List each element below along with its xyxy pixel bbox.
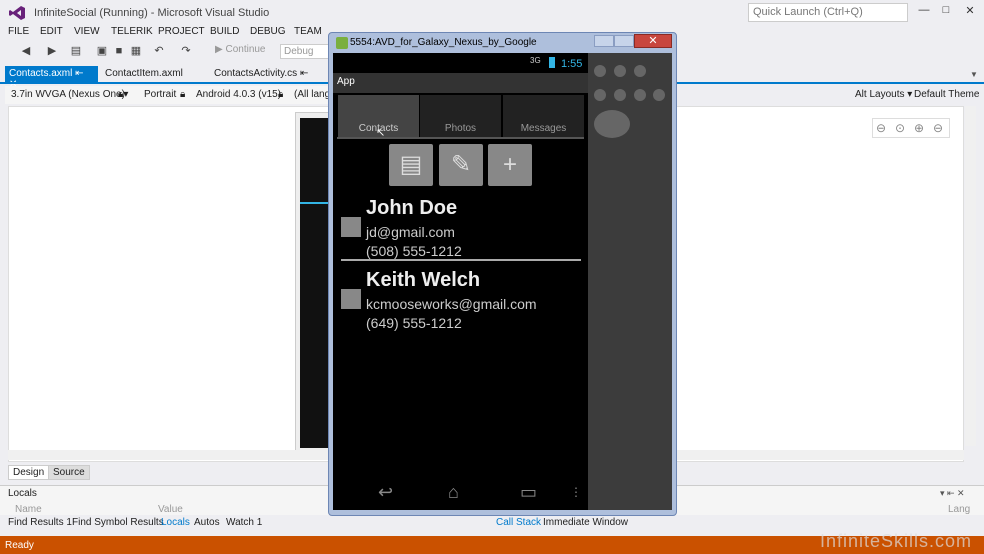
tab-contactitem-axml[interactable]: ContactItem.axml xyxy=(101,66,187,82)
menu-debug[interactable]: DEBUG xyxy=(250,26,286,37)
emulator-close-button[interactable]: ✕ xyxy=(634,34,672,48)
alt-layouts-dropdown[interactable]: Alt Layouts ▾ xyxy=(855,89,912,100)
tab-find-symbol-results[interactable]: Find Symbol Results xyxy=(72,517,164,528)
column-name-header[interactable]: Name xyxy=(15,504,42,515)
emu-power-button[interactable] xyxy=(634,65,646,77)
solution-config-select[interactable]: Debug xyxy=(280,44,330,59)
theme-select[interactable]: Default Theme xyxy=(914,89,979,100)
menu-view[interactable]: VIEW xyxy=(74,26,100,37)
app-action-bar xyxy=(333,73,588,93)
watermark: InfiniteSkills.com xyxy=(820,531,973,551)
contact-email: jd@gmail.com xyxy=(366,224,455,240)
close-button[interactable]: ✕ xyxy=(962,4,978,18)
tab-contacts-axml[interactable]: Contacts.axml ⇤ ✕ xyxy=(5,66,98,90)
signal-indicator: 3G xyxy=(530,56,541,65)
add-action-button[interactable]: + xyxy=(488,144,532,186)
emu-dpad[interactable] xyxy=(594,110,630,138)
maximize-button[interactable]: □ xyxy=(938,4,954,18)
tab-source[interactable]: Source xyxy=(48,465,90,480)
menu-project[interactable]: PROJECT xyxy=(158,26,205,37)
zoom-actual-icon[interactable]: ⊙ xyxy=(895,121,905,135)
undo-icon[interactable]: ↶ xyxy=(153,45,165,57)
preview-tab-indicator xyxy=(300,202,330,204)
column-lang-header[interactable]: Lang xyxy=(948,504,970,515)
app-title: App xyxy=(337,76,355,87)
contact-email: kcmooseworks@gmail.com xyxy=(366,296,537,312)
forward-icon[interactable]: ▶ xyxy=(46,45,58,57)
open-file-icon[interactable]: ▣ xyxy=(96,45,108,57)
lock-icon[interactable]: 🔒︎ xyxy=(278,89,283,100)
contact-phone: (649) 555-1212 xyxy=(366,315,462,331)
emu-menu-button[interactable] xyxy=(614,89,626,101)
tab-watch[interactable]: Watch 1 xyxy=(226,517,262,528)
tab-contactsactivity-cs[interactable]: ContactsActivity.cs ⇤ xyxy=(210,66,312,82)
continue-button[interactable]: ▶ Continue xyxy=(215,44,266,55)
menu-file[interactable]: FILE xyxy=(8,26,29,37)
tab-find-results[interactable]: Find Results 1 xyxy=(8,517,72,528)
zoom-out-icon[interactable]: ⊖ xyxy=(933,121,943,135)
device-select[interactable]: 3.7in WVGA (Nexus One) xyxy=(11,89,125,100)
emulator-maximize-button[interactable] xyxy=(614,35,634,47)
emu-volume-button[interactable] xyxy=(614,65,626,77)
minimize-button[interactable]: — xyxy=(916,4,932,18)
emulator-minimize-button[interactable] xyxy=(594,35,614,47)
tab-overflow-icon[interactable]: ▼ xyxy=(970,70,978,79)
contact-name[interactable]: Keith Welch xyxy=(366,269,480,292)
tab-immediate-window[interactable]: Immediate Window xyxy=(543,517,628,528)
tab-autos[interactable]: Autos xyxy=(194,517,220,528)
vertical-scrollbar[interactable] xyxy=(965,106,976,446)
lock-icon[interactable]: 🔒︎▾ xyxy=(118,89,128,100)
emu-back-button[interactable] xyxy=(634,89,646,101)
battery-icon xyxy=(549,57,555,68)
status-text: Ready xyxy=(5,540,34,551)
app-tab-divider xyxy=(337,137,584,139)
app-tab-photos-label: Photos xyxy=(444,123,477,134)
mouse-cursor-icon: ↖ xyxy=(376,127,386,139)
list-action-button[interactable]: ▤ xyxy=(389,144,433,186)
design-phone-preview[interactable] xyxy=(300,118,330,448)
menu-edit[interactable]: EDIT xyxy=(40,26,63,37)
orientation-select[interactable]: Portrait xyxy=(144,89,176,100)
app-tab-messages-label: Messages xyxy=(520,123,567,134)
panel-options-icon[interactable]: ▾ ⇤ ✕ xyxy=(940,488,965,499)
contact-phone: (508) 555-1212 xyxy=(366,243,462,259)
quick-launch-input[interactable]: Quick Launch (Ctrl+Q) xyxy=(748,3,908,22)
contact-avatar xyxy=(341,217,361,237)
lock-icon[interactable]: 🔒︎ xyxy=(180,89,185,100)
nav-recents-icon[interactable]: ▭ xyxy=(520,482,537,503)
tab-locals[interactable]: Locals xyxy=(161,517,190,528)
new-project-icon[interactable]: ▤ xyxy=(70,45,82,57)
emu-search-button[interactable] xyxy=(653,89,665,101)
column-value-header[interactable]: Value xyxy=(158,504,183,515)
locals-panel-title: Locals xyxy=(8,488,37,499)
contact-divider xyxy=(341,259,581,261)
language-select[interactable]: (All lang xyxy=(294,89,330,100)
menu-team[interactable]: TEAM xyxy=(294,26,322,37)
edit-action-button[interactable]: ✎ xyxy=(439,144,483,186)
save-all-icon[interactable]: ▦ xyxy=(130,45,142,57)
emu-home-button[interactable] xyxy=(594,89,606,101)
android-clock: 1:55 xyxy=(561,58,583,70)
nav-home-icon[interactable]: ⌂ xyxy=(448,482,459,503)
emu-camera-button[interactable] xyxy=(594,65,606,77)
nav-back-icon[interactable]: ↩ xyxy=(378,482,393,503)
visual-studio-logo-icon xyxy=(9,6,25,20)
contact-name[interactable]: John Doe xyxy=(366,197,457,220)
save-icon[interactable]: ■ xyxy=(113,45,125,57)
menu-build[interactable]: BUILD xyxy=(210,26,239,37)
emulator-title: 5554:AVD_for_Galaxy_Nexus_by_Google xyxy=(350,37,537,48)
back-icon[interactable]: ◀ xyxy=(20,45,32,57)
menu-telerik[interactable]: TELERIK xyxy=(111,26,153,37)
tab-call-stack[interactable]: Call Stack xyxy=(496,517,541,528)
zoom-in-icon[interactable]: ⊕ xyxy=(914,121,924,135)
tab-design[interactable]: Design xyxy=(8,465,50,480)
nav-overflow-icon[interactable]: ⋮ xyxy=(570,485,582,499)
window-title: InfiniteSocial (Running) - Microsoft Vis… xyxy=(34,7,270,19)
emulator-app-icon xyxy=(336,37,348,49)
contact-avatar xyxy=(341,289,361,309)
redo-icon[interactable]: ↷ xyxy=(180,45,192,57)
api-select[interactable]: Android 4.0.3 (v15) xyxy=(196,89,281,100)
android-nav-bar xyxy=(333,478,588,508)
zoom-fit-icon[interactable]: ⊖ xyxy=(876,121,886,135)
